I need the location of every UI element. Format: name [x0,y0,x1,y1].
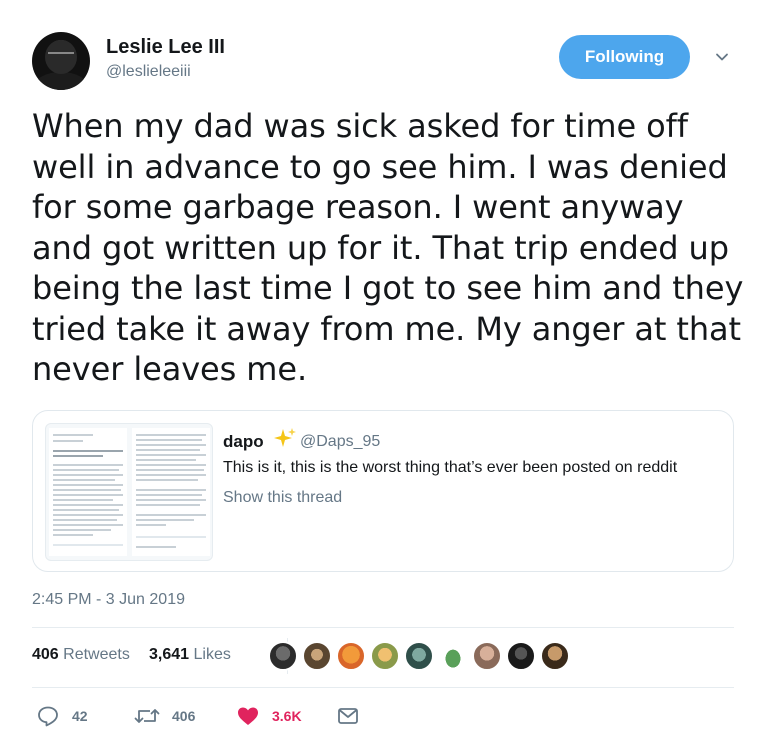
envelope-icon [338,708,358,724]
retweet-button[interactable]: 406 [134,703,195,729]
liker-avatar[interactable] [506,641,536,671]
author-avatar[interactable] [32,32,90,90]
liker-avatar[interactable] [370,641,400,671]
heart-icon [238,707,258,725]
quoted-tweet[interactable]: dapo @Daps_95 This is it, this is the wo… [32,410,734,572]
liker-avatar[interactable] [302,641,332,671]
quoted-author-name[interactable]: dapo [223,432,264,452]
quoted-tweet-image[interactable] [45,423,213,561]
retweets-label: Retweets [63,646,130,663]
tweet-text: When my dad was sick asked for time off … [32,107,744,388]
likes-stat[interactable]: 3,641 Likes [149,646,231,664]
liker-avatar[interactable] [336,641,366,671]
direct-message-button[interactable] [336,703,360,729]
following-button[interactable]: Following [559,35,690,79]
liker-avatar[interactable] [404,641,434,671]
retweets-stat[interactable]: 406 Retweets [32,646,130,664]
likes-label: Likes [193,646,231,663]
divider [32,687,734,688]
liker-avatar[interactable] [268,641,298,671]
retweets-count: 406 [32,646,59,663]
liker-avatar[interactable] [472,641,502,671]
sparkles-icon [274,428,296,447]
reply-button[interactable]: 42 [36,703,88,729]
like-count: 3.6K [272,708,302,724]
reply-icon [38,706,58,727]
liker-avatar[interactable] [540,641,570,671]
author-name[interactable]: Leslie Lee III [106,36,225,59]
like-button[interactable]: 3.6K [236,703,302,729]
chevron-down-icon[interactable] [715,50,729,64]
likes-count: 3,641 [149,646,190,663]
retweet-icon [134,709,160,723]
liker-avatar[interactable] [438,641,468,671]
reply-count: 42 [72,708,88,724]
tweet-header: Leslie Lee III @leslieleeiii Following [32,30,744,92]
quoted-author-handle[interactable]: @Daps_95 [300,433,380,451]
action-bar: 42 406 3.6K [32,703,432,729]
author-handle[interactable]: @leslieleeiii [106,63,191,81]
show-thread-link[interactable]: Show this thread [223,489,342,507]
quoted-tweet-text: This is it, this is the worst thing that… [223,459,678,476]
tweet-timestamp[interactable]: 2:45 PM - 3 Jun 2019 [32,591,185,609]
retweet-count: 406 [172,708,196,724]
divider [32,627,734,628]
